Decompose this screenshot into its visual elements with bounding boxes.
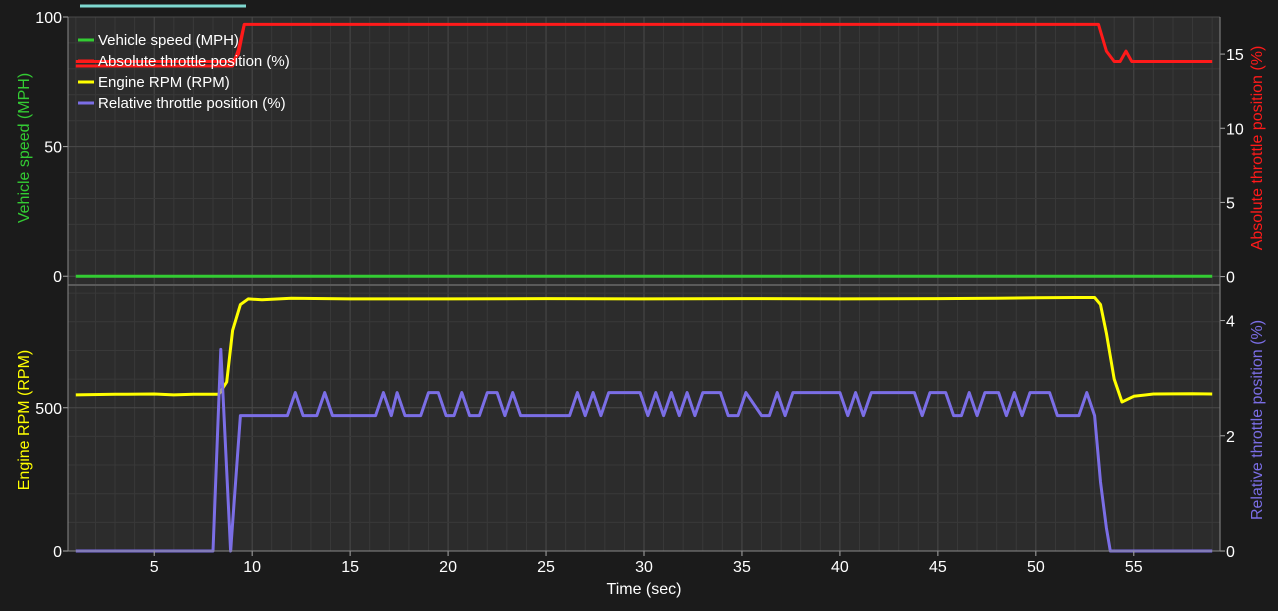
x-tick-label: 30 bbox=[635, 559, 653, 576]
x-tick-label: 15 bbox=[341, 559, 359, 576]
legend-label-abs-throttle: Absolute throttle position (%) bbox=[98, 53, 290, 70]
top-right-tick-label: 0 bbox=[1226, 270, 1235, 287]
bottom-right-tick-label: 4 bbox=[1226, 314, 1235, 331]
top-left-tick-label: 100 bbox=[35, 10, 62, 27]
x-tick-label: 5 bbox=[150, 559, 159, 576]
x-axis-title: Time (sec) bbox=[607, 581, 682, 598]
bottom-left-tick-label: 500 bbox=[35, 401, 62, 418]
top-right-axis-title: Absolute throttle position (%) bbox=[1249, 46, 1266, 251]
top-right-tick-label: 15 bbox=[1226, 47, 1244, 64]
x-tick-label: 45 bbox=[929, 559, 947, 576]
legend-label-rpm: Engine RPM (RPM) bbox=[98, 74, 230, 91]
top-right-tick-label: 10 bbox=[1226, 121, 1244, 138]
top-left-axis-title: Vehicle speed (MPH) bbox=[16, 73, 33, 223]
x-tick-label: 25 bbox=[537, 559, 555, 576]
legend-item-rpm[interactable]: Engine RPM (RPM) bbox=[78, 74, 230, 91]
bottom-right-tick-label: 2 bbox=[1226, 429, 1235, 446]
legend-label-speed: Vehicle speed (MPH) bbox=[98, 32, 239, 49]
x-tick-label: 50 bbox=[1027, 559, 1045, 576]
top-left-tick-label: 50 bbox=[44, 140, 62, 157]
x-tick-label: 40 bbox=[831, 559, 849, 576]
top-left-tick-label: 0 bbox=[53, 269, 62, 286]
bottom-right-tick-label: 0 bbox=[1226, 544, 1235, 561]
bottom-right-axis-title: Relative throttle position (%) bbox=[1249, 320, 1266, 520]
x-tick-label: 55 bbox=[1125, 559, 1143, 576]
obd-chart: 05010005101505000245 10 15 20 25 30 35 40 45 50 55… bbox=[16, 4, 1266, 598]
x-tick-label: 35 bbox=[733, 559, 751, 576]
legend-label-rel-throttle: Relative throttle position (%) bbox=[98, 95, 286, 112]
x-tick-label: 20 bbox=[439, 559, 457, 576]
top-right-tick-label: 5 bbox=[1226, 195, 1235, 212]
legend-item-rel-throttle[interactable]: Relative throttle position (%) bbox=[78, 95, 286, 112]
legend-item-abs-throttle[interactable]: Absolute throttle position (%) bbox=[78, 53, 290, 70]
bottom-left-axis-title: Engine RPM (RPM) bbox=[16, 350, 33, 490]
bottom-left-tick-label: 0 bbox=[53, 544, 62, 561]
legend-item-speed[interactable]: Vehicle speed (MPH) bbox=[78, 32, 239, 49]
x-tick-label: 10 bbox=[243, 559, 261, 576]
